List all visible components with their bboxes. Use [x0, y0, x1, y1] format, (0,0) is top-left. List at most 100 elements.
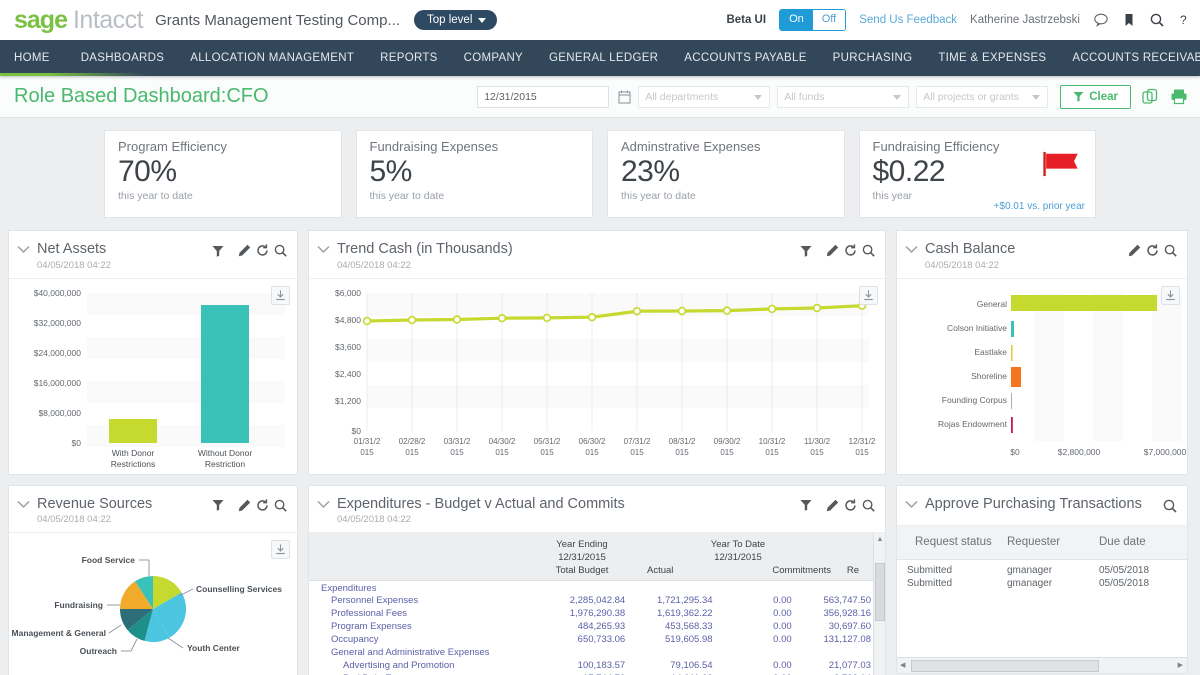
table-row[interactable]: Program Expenses 484,265.93 453,568.33 0…: [317, 620, 871, 633]
table-row[interactable]: Occupancy 650,733.06 519,605.98 0.00 131…: [317, 633, 871, 646]
widget-body: $40,000,000 $32,000,000 $24,000,000 $16,…: [9, 277, 297, 475]
nav-item-dashboards[interactable]: DASHBOARDS: [68, 40, 178, 76]
fund-filter[interactable]: All funds: [777, 85, 910, 108]
table-row[interactable]: Submitted gmanager 05/05/2018: [897, 564, 1187, 577]
table-vertical-scrollbar[interactable]: ▲: [873, 533, 885, 675]
download-icon[interactable]: [859, 285, 878, 305]
kpi-value: 5%: [369, 155, 413, 188]
project-filter[interactable]: All projects or grants: [916, 85, 1049, 108]
svg-text:$0: $0: [72, 438, 82, 448]
nav-item-home[interactable]: HOME: [0, 40, 68, 76]
row-requester: gmanager: [1007, 577, 1053, 589]
clear-filters-button[interactable]: Clear: [1060, 84, 1131, 109]
kpi-card-fundraising-efficiency[interactable]: Fundraising Efficiency $0.22 this year +…: [858, 130, 1096, 218]
scroll-up-arrow-icon[interactable]: ▲: [876, 536, 884, 543]
kpi-card-fundraising-expenses[interactable]: Fundraising Expenses 5% this year to dat…: [355, 130, 593, 218]
search-icon[interactable]: [274, 244, 287, 257]
sage-logo[interactable]: sage: [14, 7, 68, 33]
scroll-left-arrow-icon[interactable]: ◀: [900, 661, 905, 669]
nav-item-accounts-payable[interactable]: ACCOUNTS PAYABLE: [671, 40, 819, 76]
date-input[interactable]: 12/31/2015: [477, 85, 610, 108]
intacct-logo[interactable]: Intacct: [73, 7, 144, 33]
refresh-icon[interactable]: [844, 499, 857, 512]
filter-icon[interactable]: [800, 499, 812, 511]
filter-icon[interactable]: [212, 245, 224, 257]
svg-text:05/31/2: 05/31/2: [534, 437, 561, 446]
help-icon[interactable]: ?: [1178, 12, 1190, 28]
pencil-icon[interactable]: [826, 244, 839, 257]
search-icon[interactable]: [862, 244, 875, 257]
filter-icon[interactable]: [800, 245, 812, 257]
download-icon[interactable]: [1161, 285, 1180, 305]
chat-icon[interactable]: [1093, 12, 1109, 28]
refresh-icon[interactable]: [256, 499, 269, 512]
calendar-icon[interactable]: [618, 90, 631, 104]
bookmark-icon[interactable]: [1122, 12, 1136, 28]
widget-title: Trend Cash (in Thousands): [337, 241, 513, 257]
search-icon[interactable]: [862, 499, 875, 512]
widget-header: Cash Balance 04/05/2018 04:22: [897, 231, 1187, 278]
pencil-icon[interactable]: [238, 244, 251, 257]
filter-icon[interactable]: [212, 499, 224, 511]
pencil-icon[interactable]: [826, 499, 839, 512]
download-icon[interactable]: [271, 540, 290, 560]
table-row[interactable]: Personnel Expenses 2,285,042.84 1,721,29…: [317, 594, 871, 607]
expenditures-table[interactable]: Personnel Expenses 2,285,042.84 1,721,29…: [317, 594, 871, 675]
kpi-card-administrative-expenses[interactable]: Adminstrative Expenses 23% this year to …: [607, 130, 845, 218]
table-row[interactable]: Advertising and Promotion 100,183.57 79,…: [317, 659, 871, 672]
kpi-subtitle: this year to date: [118, 189, 193, 202]
nav-item-company[interactable]: COMPANY: [451, 40, 536, 76]
printer-icon[interactable]: [1170, 88, 1188, 105]
nav-item-general-ledger[interactable]: GENERAL LEDGER: [536, 40, 671, 76]
search-icon[interactable]: [1149, 12, 1165, 28]
row-remaining: 563,747.50: [823, 595, 871, 607]
chevron-down-icon[interactable]: [317, 500, 330, 509]
expenditures-table-wrapper[interactable]: Year Ending 12/31/2015 Total Budget Year…: [309, 533, 885, 675]
scroll-thumb[interactable]: [911, 659, 1099, 672]
nav-item-accounts-receivable[interactable]: ACCOUNTS RECEIVAB: [1059, 40, 1200, 76]
trend-cash-chart[interactable]: $6,000 $4,800 $3,600 $2,400 $1,200 $0 01…: [309, 279, 885, 475]
nav-label: COMPANY: [463, 52, 524, 64]
refresh-icon[interactable]: [256, 244, 269, 257]
refresh-icon[interactable]: [844, 244, 857, 257]
copy-icon[interactable]: [1142, 88, 1159, 105]
beta-ui-toggle[interactable]: On Off: [779, 9, 847, 31]
chevron-down-icon[interactable]: [317, 245, 330, 254]
nav-item-allocation-management[interactable]: ALLOCATION MANAGEMENT: [177, 40, 367, 76]
row-remaining: 21,077.03: [828, 660, 871, 672]
table-row[interactable]: Professional Fees 1,976,290.38 1,619,362…: [317, 607, 871, 620]
table-row[interactable]: General and Administrative Expenses: [317, 646, 871, 659]
beta-toggle-on[interactable]: On: [780, 10, 813, 30]
search-icon[interactable]: [274, 499, 287, 512]
chevron-down-icon[interactable]: [17, 500, 30, 509]
send-feedback-link[interactable]: Send Us Feedback: [859, 14, 957, 26]
chevron-down-icon[interactable]: [905, 245, 918, 254]
search-icon[interactable]: [1164, 244, 1177, 257]
search-icon[interactable]: [1163, 499, 1177, 513]
scroll-right-arrow-icon[interactable]: ▶: [1178, 661, 1183, 669]
user-name[interactable]: Katherine Jastrzebski: [970, 14, 1080, 26]
top-level-selector[interactable]: Top level: [413, 10, 498, 30]
download-icon[interactable]: [271, 285, 290, 305]
refresh-icon[interactable]: [1146, 244, 1159, 257]
department-filter[interactable]: All departments: [638, 85, 771, 108]
revenue-sources-pie[interactable]: Food Service Counselling Services Youth …: [9, 533, 297, 675]
net-assets-chart[interactable]: $40,000,000 $32,000,000 $24,000,000 $16,…: [9, 279, 297, 475]
chevron-down-icon[interactable]: [905, 500, 918, 509]
beta-ui-label: Beta UI: [726, 14, 767, 26]
chevron-down-icon[interactable]: [17, 245, 30, 254]
kpi-card-program-efficiency[interactable]: Program Efficiency 70% this year to date: [104, 130, 342, 218]
beta-toggle-off[interactable]: Off: [812, 10, 846, 30]
column-requester: Requester: [1007, 536, 1061, 549]
cash-balance-chart[interactable]: General Colson Initiative Eastlake Shore…: [897, 279, 1187, 475]
pencil-icon[interactable]: [238, 499, 251, 512]
nav-item-time-expenses[interactable]: TIME & EXPENSES: [925, 40, 1059, 76]
approve-horizontal-scrollbar[interactable]: ◀ ▶: [897, 656, 1187, 673]
scroll-thumb[interactable]: [875, 563, 885, 622]
table-row[interactable]: Submitted gmanager 05/05/2018: [897, 577, 1187, 590]
nav-item-reports[interactable]: REPORTS: [367, 40, 450, 76]
chevron-down-icon: [893, 94, 902, 100]
nav-item-purchasing[interactable]: PURCHASING: [820, 40, 926, 76]
pencil-icon[interactable]: [1128, 244, 1141, 257]
row-label: Program Expenses: [331, 621, 412, 633]
